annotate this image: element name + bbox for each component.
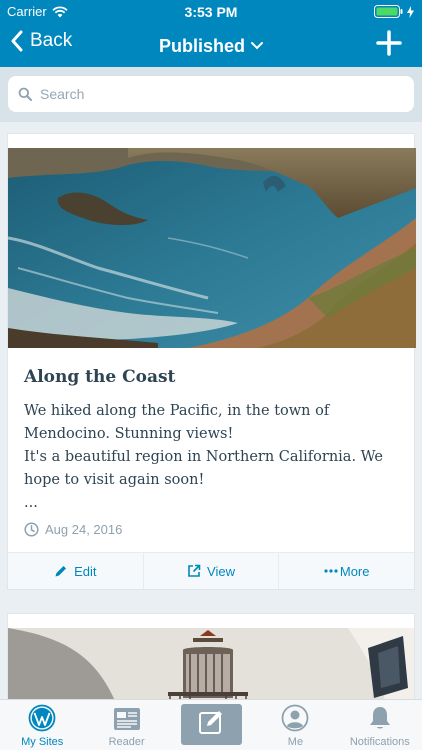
- post-filter-dropdown[interactable]: Published: [0, 34, 422, 57]
- external-link-icon: [188, 564, 201, 577]
- post-date: Aug 24, 2016: [24, 522, 122, 537]
- post-card[interactable]: Along the Coast We hiked along the Pacif…: [7, 133, 416, 590]
- edit-button[interactable]: Edit: [8, 553, 144, 589]
- post-excerpt-text: We hiked along the Pacific, in the town …: [24, 403, 383, 511]
- bell-icon: [369, 707, 390, 729]
- more-label: More: [339, 563, 370, 579]
- tab-me[interactable]: Me: [253, 700, 337, 750]
- charging-icon: [407, 5, 414, 18]
- tab-me-label: Me: [287, 736, 304, 748]
- post-featured-image[interactable]: [8, 628, 414, 702]
- ellipsis-icon: [324, 569, 338, 573]
- wordpress-icon: [28, 704, 56, 732]
- battery-icon: [374, 5, 414, 18]
- tab-reader-label: Reader: [108, 736, 145, 748]
- tab-reader[interactable]: Reader: [84, 700, 168, 750]
- post-card[interactable]: [7, 613, 415, 703]
- person-icon: [282, 704, 309, 732]
- post-featured-image[interactable]: [8, 148, 416, 348]
- reader-icon: [113, 708, 140, 730]
- tab-notifications-label: Notifications: [349, 736, 410, 748]
- post-actions-bar: Edit View More: [8, 552, 414, 589]
- post-excerpt: We hiked along the Pacific, in the town …: [24, 400, 404, 515]
- tab-my-sites[interactable]: My Sites: [0, 700, 84, 750]
- chevron-down-icon: [251, 42, 263, 50]
- view-label: View: [207, 563, 235, 579]
- tab-write[interactable]: [169, 700, 253, 750]
- view-button[interactable]: View: [144, 553, 280, 589]
- tab-my-sites-label: My Sites: [21, 736, 64, 748]
- post-date-text: Aug 24, 2016: [45, 522, 123, 537]
- status-time: 3:53 PM: [184, 4, 238, 20]
- top-bar: Carrier 3:53 PM Back Published: [0, 0, 422, 67]
- search-field[interactable]: [8, 76, 414, 112]
- clock-icon: [24, 522, 39, 537]
- write-button[interactable]: [180, 703, 242, 745]
- page-title: Published: [158, 36, 245, 56]
- tab-notifications[interactable]: Notifications: [338, 700, 422, 750]
- plus-icon[interactable]: [374, 28, 404, 58]
- post-title[interactable]: Along the Coast: [24, 367, 175, 387]
- more-button[interactable]: More: [279, 553, 414, 589]
- write-icon: [199, 711, 223, 734]
- nav-bar: Back Published: [0, 22, 422, 67]
- search-icon: [18, 87, 32, 101]
- status-bar: Carrier 3:53 PM: [0, 0, 422, 22]
- search-input[interactable]: [40, 86, 380, 102]
- pencil-icon: [55, 566, 67, 577]
- search-area: [0, 67, 422, 122]
- edit-label: Edit: [74, 563, 97, 579]
- tab-bar: My Sites Reader Me Notifications: [0, 699, 422, 750]
